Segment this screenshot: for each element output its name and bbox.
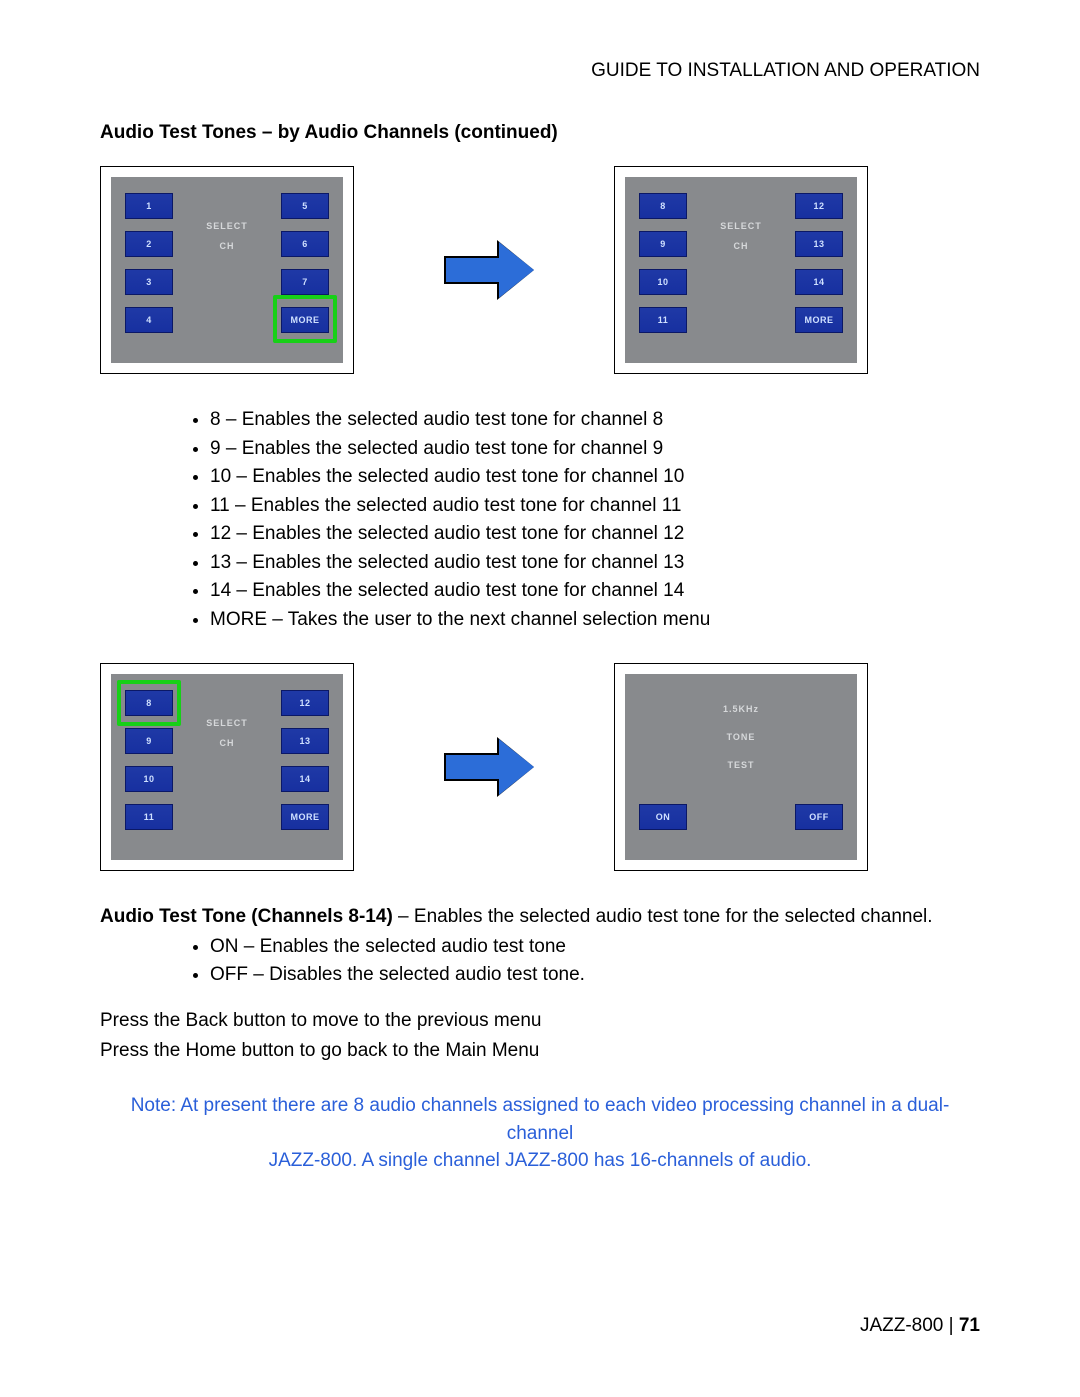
ch-button-7[interactable]: 7	[281, 269, 329, 295]
tone-label-test: TEST	[727, 760, 754, 770]
ch-button-2[interactable]: 2	[125, 231, 173, 257]
nav-home-text: Press the Home button to go back to the …	[100, 1037, 980, 1065]
ch-button-1[interactable]: 1	[125, 193, 173, 219]
ch-button-10b[interactable]: 10	[125, 766, 173, 792]
on-button[interactable]: ON	[639, 804, 687, 830]
ch-button-9[interactable]: 9	[639, 231, 687, 257]
footer-page-number: 71	[959, 1315, 980, 1336]
ch-button-8[interactable]: 8	[639, 193, 687, 219]
subsection-bold: Audio Test Tone (Channels 8-14)	[100, 906, 393, 927]
subsection-line: Audio Test Tone (Channels 8-14) – Enable…	[100, 903, 980, 931]
bullet-list-2: ON – Enables the selected audio test ton…	[210, 933, 980, 989]
panel-3-label-bot: CH	[220, 738, 235, 748]
list-item: 8 – Enables the selected audio test tone…	[210, 406, 980, 434]
more-button-1[interactable]: MORE	[281, 307, 329, 333]
panel-4: 1.5KHz TONE TEST ON OFF	[625, 674, 857, 860]
arrow-icon	[444, 242, 534, 298]
ch-button-12[interactable]: 12	[795, 193, 843, 219]
panel-1-label-top: SELECT	[206, 221, 248, 231]
panel-3-label-top: SELECT	[206, 718, 248, 728]
panel-2-label-bot: CH	[734, 241, 749, 251]
note-line-2: JAZZ-800. A single channel JAZZ-800 has …	[269, 1150, 812, 1171]
list-item: ON – Enables the selected audio test ton…	[210, 933, 980, 961]
panel-2: 8 9 10 11 12 13 14 MORE SELECT CH	[625, 177, 857, 363]
panel-2-label-top: SELECT	[720, 221, 762, 231]
ch-button-10[interactable]: 10	[639, 269, 687, 295]
off-button[interactable]: OFF	[795, 804, 843, 830]
more-button-3[interactable]: MORE	[281, 804, 329, 830]
list-item: 12 – Enables the selected audio test ton…	[210, 520, 980, 548]
figure-row-1: 1 2 3 4 5 6 7 MORE SELECT CH 8 9 10 11 1…	[100, 166, 980, 374]
ch-button-5[interactable]: 5	[281, 193, 329, 219]
note-line-1: Note: At present there are 8 audio chann…	[131, 1095, 950, 1144]
ch-button-4[interactable]: 4	[125, 307, 173, 333]
ch-button-3[interactable]: 3	[125, 269, 173, 295]
ch-button-13[interactable]: 13	[795, 231, 843, 257]
panel-3: 8 9 10 11 12 13 14 MORE SELECT CH	[111, 674, 343, 860]
figure-row-2: 8 9 10 11 12 13 14 MORE SELECT CH 1.5KHz…	[100, 663, 980, 871]
note-text: Note: At present there are 8 audio chann…	[100, 1092, 980, 1175]
page-footer: JAZZ-800 | 71	[860, 1315, 980, 1337]
bullet-list-1: 8 – Enables the selected audio test tone…	[210, 406, 980, 633]
ch-button-11[interactable]: 11	[639, 307, 687, 333]
tone-label-khz: 1.5KHz	[723, 704, 759, 714]
section-title: Audio Test Tones – by Audio Channels (co…	[100, 122, 980, 144]
nav-back-text: Press the Back button to move to the pre…	[100, 1007, 980, 1035]
list-item: 10 – Enables the selected audio test ton…	[210, 463, 980, 491]
panel-1-frame: 1 2 3 4 5 6 7 MORE SELECT CH	[100, 166, 354, 374]
list-item: MORE – Takes the user to the next channe…	[210, 606, 980, 634]
ch-button-14[interactable]: 14	[795, 269, 843, 295]
panel-3-frame: 8 9 10 11 12 13 14 MORE SELECT CH	[100, 663, 354, 871]
arrow-icon	[444, 739, 534, 795]
footer-product: JAZZ-800 |	[860, 1315, 959, 1336]
list-item: 11 – Enables the selected audio test ton…	[210, 492, 980, 520]
ch-button-6[interactable]: 6	[281, 231, 329, 257]
ch-button-11b[interactable]: 11	[125, 804, 173, 830]
panel-2-frame: 8 9 10 11 12 13 14 MORE SELECT CH	[614, 166, 868, 374]
page-header: GUIDE TO INSTALLATION AND OPERATION	[100, 60, 980, 82]
ch-button-9b[interactable]: 9	[125, 728, 173, 754]
ch-button-13b[interactable]: 13	[281, 728, 329, 754]
tone-label-tone: TONE	[727, 732, 756, 742]
panel-4-frame: 1.5KHz TONE TEST ON OFF	[614, 663, 868, 871]
list-item: OFF – Disables the selected audio test t…	[210, 961, 980, 989]
more-button-2[interactable]: MORE	[795, 307, 843, 333]
list-item: 13 – Enables the selected audio test ton…	[210, 549, 980, 577]
panel-1-label-bot: CH	[220, 241, 235, 251]
ch-button-14b[interactable]: 14	[281, 766, 329, 792]
list-item: 14 – Enables the selected audio test ton…	[210, 577, 980, 605]
ch-button-8b[interactable]: 8	[125, 690, 173, 716]
ch-button-12b[interactable]: 12	[281, 690, 329, 716]
subsection-rest: – Enables the selected audio test tone f…	[393, 906, 933, 927]
panel-1: 1 2 3 4 5 6 7 MORE SELECT CH	[111, 177, 343, 363]
list-item: 9 – Enables the selected audio test tone…	[210, 435, 980, 463]
